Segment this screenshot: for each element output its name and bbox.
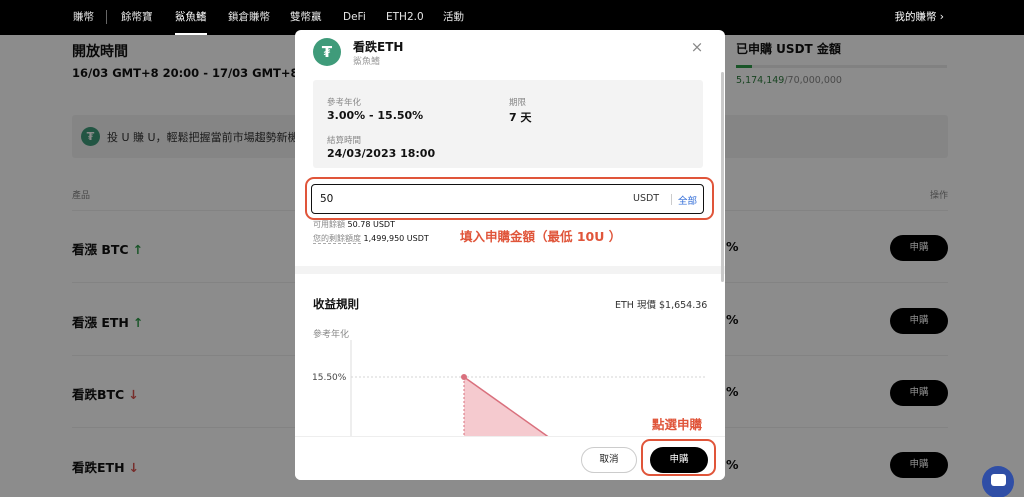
- available-balance-label: 可用餘額: [313, 220, 345, 229]
- chart-point: [461, 374, 467, 380]
- close-icon[interactable]: ×: [689, 39, 705, 55]
- highlight-callout-subscribe: [641, 439, 716, 476]
- chat-button[interactable]: [982, 466, 1014, 497]
- settle-time-label: 結算時間: [327, 136, 362, 146]
- available-balance-value: 50.78 USDT: [347, 220, 395, 229]
- available-balance: 可用餘額 50.78 USDT: [313, 219, 395, 230]
- product-info-card: 參考年化 3.00% - 15.50% 期限 7 天 結算時間 24/03/20…: [313, 80, 703, 168]
- my-earn-link[interactable]: 我的賺幣 ›: [894, 0, 944, 35]
- nav-divider: [106, 10, 107, 24]
- cancel-button[interactable]: 取消: [581, 447, 637, 473]
- remaining-quota: 您的剩餘額度 1,499,950 USDT: [313, 233, 429, 244]
- chart-area: [464, 377, 595, 440]
- chart-y-tick-label: 15.50%: [312, 373, 347, 383]
- nav-item-savings[interactable]: 餘幣寶: [121, 0, 153, 35]
- modal-subtitle: 鯊魚鰭: [353, 57, 381, 67]
- modal-scrollbar[interactable]: [721, 72, 724, 282]
- term-value: 7 天: [509, 111, 532, 124]
- earning-rules-title: 收益規則: [313, 297, 359, 311]
- term-label: 期限: [509, 98, 527, 108]
- settle-time-value: 24/03/2023 18:00: [327, 147, 436, 160]
- remaining-quota-label[interactable]: 您的剩餘額度: [313, 234, 361, 244]
- highlight-callout-amount: [305, 177, 714, 220]
- subscribe-tip-annotation: 點選申購: [652, 417, 703, 432]
- remaining-quota-value: 1,499,950 USDT: [363, 234, 429, 243]
- section-divider: [295, 266, 725, 274]
- chart-y-axis-label: 參考年化: [313, 330, 350, 340]
- chat-icon: [991, 474, 1006, 486]
- amount-tip-annotation: 填入申購金額（最低 10U ）: [460, 229, 622, 244]
- apr-label: 參考年化: [327, 98, 362, 108]
- modal-title: 看跌ETH: [353, 40, 404, 54]
- nav-item-locked-staking[interactable]: 鎖倉賺幣: [228, 0, 270, 35]
- nav-item-shark-fin[interactable]: 鯊魚鰭: [175, 0, 207, 35]
- subscribe-modal: ₮ 看跌ETH 鯊魚鰭 × 參考年化 3.00% - 15.50% 期限 7 天…: [295, 30, 725, 480]
- eth-current-price: ETH 現價 $1,654.36: [615, 300, 708, 311]
- nav-item-earn[interactable]: 賺幣: [73, 0, 94, 35]
- apr-value: 3.00% - 15.50%: [327, 109, 424, 122]
- tether-icon: ₮: [313, 38, 341, 66]
